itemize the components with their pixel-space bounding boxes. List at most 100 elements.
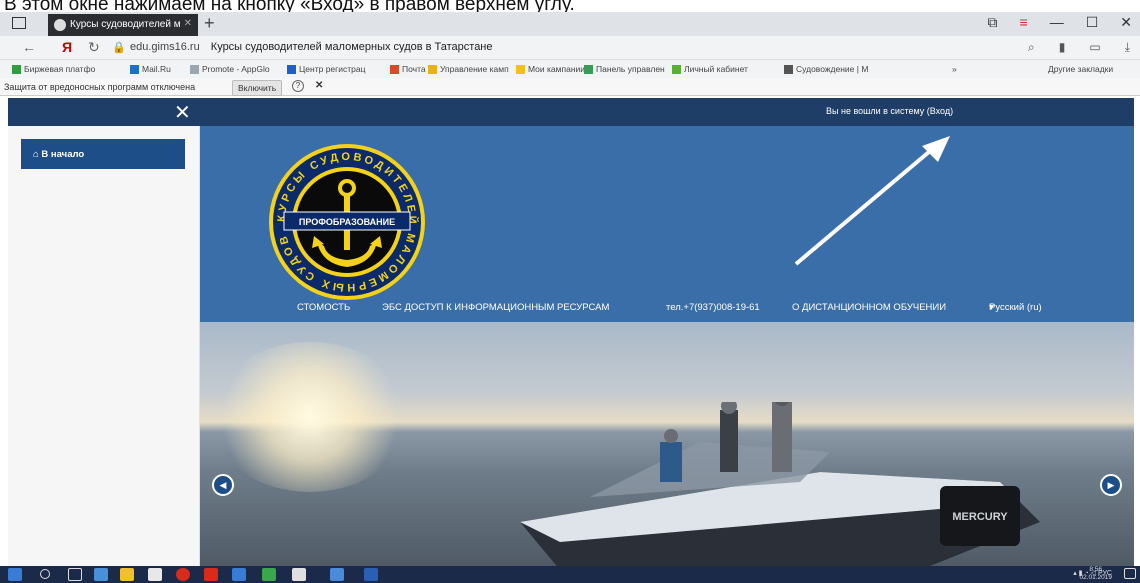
bookmark-item[interactable]: Почта xyxy=(390,64,426,74)
url-domain: edu.gims16.ru xyxy=(130,41,200,53)
clock[interactable]: 8:56 02.01.2019 xyxy=(1079,566,1112,582)
clock-time: 8:56 xyxy=(1089,566,1103,573)
bookmark-favicon-icon xyxy=(390,64,399,74)
back-icon[interactable]: ← xyxy=(22,39,36,55)
mail-icon[interactable] xyxy=(148,568,162,581)
menu-item-phone[interactable]: тел.+7(937)008-19-61 xyxy=(666,302,760,313)
explorer-icon[interactable] xyxy=(94,568,108,581)
bookmark-label: Центр регистрац xyxy=(299,64,366,74)
bookmark-item[interactable]: Личный кабинет xyxy=(672,64,748,74)
tab-title: Курсы судоводителей м xyxy=(70,19,181,30)
close-drawer-icon[interactable]: ✕ xyxy=(174,100,191,125)
bookmark-item[interactable]: Панель управлен xyxy=(584,64,665,74)
windows-taskbar: ▴ ▮ ◔ ◁ РУС 8:56 02.01.2019 xyxy=(0,566,1140,583)
sidebar-item-label: В начало xyxy=(41,149,85,160)
notifications-icon[interactable]: ≡ xyxy=(1020,14,1028,31)
bookmark-favicon-icon xyxy=(516,64,525,74)
bookmark-favicon-icon xyxy=(672,64,681,74)
bookmark-label: Личный кабинет xyxy=(684,64,748,74)
notification-center-icon[interactable] xyxy=(1124,568,1136,579)
bookmark-item[interactable]: Судовождение | М xyxy=(784,64,868,74)
annotation-arrow xyxy=(794,136,950,266)
bookmark-item[interactable]: Управление камп xyxy=(428,64,509,74)
new-tab-button[interactable]: + xyxy=(204,13,215,34)
download-icon[interactable]: ⤓ xyxy=(1125,40,1130,55)
sunset-glow xyxy=(210,342,410,492)
bookmark-favicon-icon xyxy=(584,64,593,74)
school-logo[interactable]: КУРСЫ СУДОВОДИТЕЛЕЙ МАЛОМЕРНЫХ СУДОВ ПРО… xyxy=(262,142,432,302)
store-icon[interactable] xyxy=(120,568,134,581)
bookmark-item[interactable]: Мои кампании xyxy=(516,64,585,74)
menu-item-library[interactable]: ЭБС ДОСТУП К ИНФОРМАЦИОННЫМ РЕСУРСАМ xyxy=(382,302,609,313)
paint-icon[interactable] xyxy=(330,568,344,581)
boat-image: MERCURY xyxy=(520,402,1040,570)
word-icon[interactable] xyxy=(364,568,378,581)
carousel-next-button[interactable]: ▶ xyxy=(1100,474,1122,496)
carousel-prev-button[interactable]: ◀ xyxy=(212,474,234,496)
bookmarks-bar: Биржевая платфо Mail.Ru Promote - AppGlo Це… xyxy=(0,60,1140,78)
infobar-close-icon[interactable]: ✕ xyxy=(315,80,323,91)
hero-banner: КУРСЫ СУДОВОДИТЕЛЕЙ МАЛОМЕРНЫХ СУДОВ ПРО… xyxy=(200,126,1134,322)
page-title: Курсы судоводителей маломерных судов в Т… xyxy=(210,41,493,53)
share-icon[interactable] xyxy=(262,568,276,581)
yandex-icon[interactable]: Я xyxy=(62,39,72,55)
address-actions: ⌕ ▮ ▭ ⤓ xyxy=(1028,40,1130,55)
chevron-down-icon: ▾ xyxy=(989,302,994,313)
restore-tabs-icon[interactable]: ⧉ xyxy=(988,14,998,31)
lock-icon: 🔒 xyxy=(112,42,126,54)
search-icon[interactable]: ⌕ xyxy=(1028,40,1035,55)
clock-date: 02.01.2019 xyxy=(1079,574,1112,581)
task-view-icon[interactable] xyxy=(68,568,82,581)
bookmarks-more-button[interactable]: » xyxy=(952,64,957,74)
bookmark-item[interactable]: Promote - AppGlo xyxy=(190,64,270,74)
other-bookmarks-folder[interactable]: Другие закладки xyxy=(1048,64,1113,74)
maximize-button[interactable]: ☐ xyxy=(1086,14,1099,31)
bookmark-item[interactable]: Mail.Ru xyxy=(130,64,171,74)
bookmark-label: Почта xyxy=(402,64,426,74)
bookmark-label: Promote - AppGlo xyxy=(202,64,270,74)
site-top-bar: ✕ Вы не вошли в систему (Вход) xyxy=(8,98,1134,126)
help-icon[interactable]: ? xyxy=(292,80,304,92)
bookmark-item[interactable]: Центр регистрац xyxy=(287,64,365,74)
bookmark-label: Судовождение | М xyxy=(796,64,869,74)
hero-slideshow: MERCURY ◀ ▶ xyxy=(200,322,1134,572)
menu-item-price[interactable]: СТОМОСТЬ xyxy=(297,302,350,313)
bookmark-label: Mail.Ru xyxy=(142,64,171,74)
language-label: Русский (ru) xyxy=(989,302,1042,313)
bookmark-favicon-icon xyxy=(428,64,437,74)
window-controls: ⧉ ≡ — ☐ ✕ xyxy=(988,14,1132,31)
extension-icon[interactable]: ▭ xyxy=(1089,40,1100,55)
bookmark-icon[interactable]: ▮ xyxy=(1059,40,1066,55)
login-link[interactable]: Вы не вошли в систему (Вход) xyxy=(826,106,953,116)
bookmark-label: Управление камп xyxy=(440,64,509,74)
minimize-button[interactable]: — xyxy=(1050,14,1064,31)
tabs-overview-icon[interactable] xyxy=(12,17,26,29)
infobar-text: Защита от вредоносных программ отключена xyxy=(4,82,196,92)
motor-brand-text: MERCURY xyxy=(952,511,1008,523)
bookmark-label: Панель управлен xyxy=(596,64,665,74)
url-field[interactable]: edu.gims16.ru Курсы судоводителей маломе… xyxy=(130,41,493,53)
bookmark-label: Биржевая платфо xyxy=(24,64,96,74)
sidebar-item-home[interactable]: ⌂ В начало xyxy=(21,139,185,169)
bookmark-label: Мои кампании xyxy=(528,64,586,74)
search-icon[interactable] xyxy=(40,569,50,579)
enable-protection-button[interactable]: Включить xyxy=(232,80,283,96)
site-favicon-icon xyxy=(54,19,66,31)
opera-icon[interactable] xyxy=(176,568,190,581)
bookmark-item[interactable]: Биржевая платфо xyxy=(12,64,95,74)
tab-close-icon[interactable]: ✕ xyxy=(184,18,192,29)
reload-icon[interactable]: ↻ xyxy=(88,39,100,56)
active-tab[interactable]: Курсы судоводителей м ✕ xyxy=(48,14,198,36)
windows-start-icon[interactable] xyxy=(8,568,22,581)
tasks-icon[interactable] xyxy=(232,568,246,581)
menu-item-distance[interactable]: О ДИСТАНЦИОННОМ ОБУЧЕНИИ xyxy=(792,302,946,313)
calculator-icon[interactable] xyxy=(292,568,306,581)
sidebar: ⌂ В начало xyxy=(8,126,200,572)
logo-banner-text: ПРОФОБРАЗОВАНИЕ xyxy=(299,217,395,227)
yandex-browser-icon[interactable] xyxy=(204,568,218,581)
close-window-button[interactable]: ✕ xyxy=(1120,14,1132,31)
security-infobar: Защита от вредоносных программ отключена… xyxy=(0,78,1140,96)
address-bar: ← Я ↻ 🔒 edu.gims16.ru Курсы судоводителе… xyxy=(0,36,1140,60)
bookmark-favicon-icon xyxy=(287,64,296,74)
bookmark-favicon-icon xyxy=(784,64,793,74)
